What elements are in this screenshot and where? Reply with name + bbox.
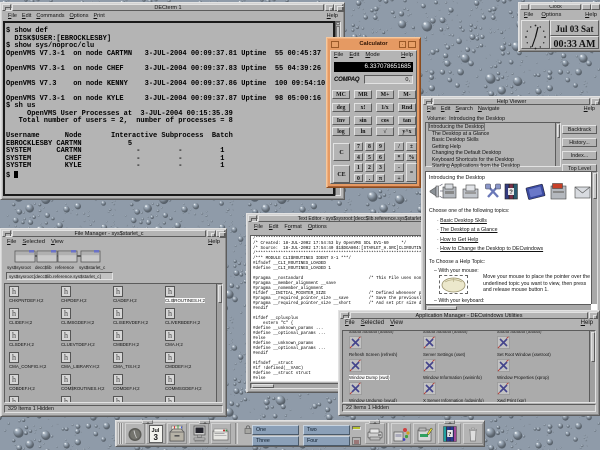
svg-text:?: ? bbox=[509, 190, 513, 196]
svg-text:?: ? bbox=[448, 431, 451, 438]
svg-text:3: 3 bbox=[154, 433, 159, 442]
